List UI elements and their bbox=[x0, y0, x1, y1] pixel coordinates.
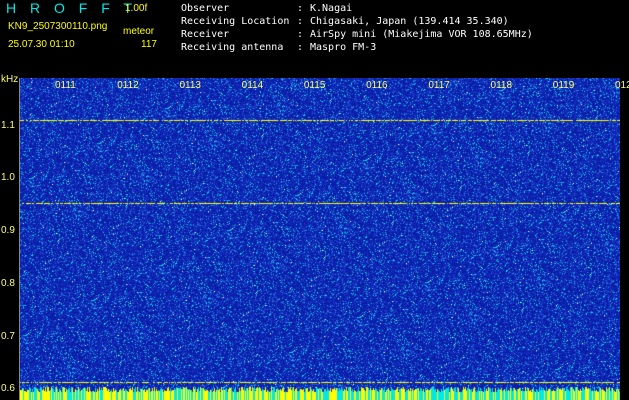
info-sep: : bbox=[297, 16, 304, 27]
info-sep: : bbox=[297, 42, 304, 53]
app-version: 1.00f bbox=[125, 3, 148, 14]
info-value-antenna: Maspro FM-3 bbox=[310, 42, 377, 53]
info-value-observer: K.Nagai bbox=[310, 3, 353, 14]
x-tick-label: 0115 bbox=[303, 80, 326, 91]
capture-datetime: 25.07.30 01:10 bbox=[8, 39, 75, 50]
header-panel: H R O F F T 1.00f KN9_2507300110.png met… bbox=[0, 0, 629, 78]
x-tick-label: 0119 bbox=[552, 80, 575, 91]
spectrogram-plot bbox=[20, 78, 620, 400]
x-tick-label: 0117 bbox=[428, 80, 450, 91]
x-tick-label: 0116 bbox=[366, 80, 388, 91]
spectrogram-canvas bbox=[20, 78, 620, 400]
info-key-observer: Observer bbox=[181, 3, 230, 14]
file-name: KN9_2507300110.png bbox=[8, 21, 108, 32]
app-title: H R O F F T bbox=[6, 0, 137, 16]
info-key-location: Receiving Location bbox=[181, 16, 290, 27]
info-key-receiver: Receiver bbox=[181, 29, 230, 40]
info-sep: : bbox=[297, 29, 304, 40]
info-key-antenna: Receiving antenna bbox=[181, 42, 284, 53]
y-tick-label: 0.9 bbox=[1, 225, 15, 237]
info-value-receiver: AirSpy mini (Miakejima VOR 108.65MHz) bbox=[310, 29, 533, 40]
x-tick-label: 0113 bbox=[179, 80, 201, 91]
y-tick-label: 1.1 bbox=[1, 119, 15, 131]
x-tick-label: 0118 bbox=[490, 80, 513, 91]
mode-label: meteor bbox=[123, 26, 155, 37]
y-axis-unit: kHz bbox=[1, 74, 19, 85]
detection-count: 117 bbox=[141, 39, 157, 50]
y-tick-label: 1.0 bbox=[1, 172, 15, 184]
x-tick-label: 0114 bbox=[241, 80, 264, 91]
x-tick-label: 0112 bbox=[117, 80, 139, 91]
info-sep: : bbox=[297, 3, 304, 14]
y-tick-label: 0.6 bbox=[1, 383, 15, 395]
y-tick-label: 0.8 bbox=[1, 277, 15, 289]
y-axis-line bbox=[19, 78, 20, 400]
y-tick-label: 0.7 bbox=[1, 330, 15, 342]
x-tick-label: 0120 bbox=[615, 80, 629, 91]
info-value-location: Chigasaki, Japan (139.414 35.340) bbox=[310, 16, 509, 27]
x-tick-label: 0111 bbox=[55, 80, 76, 91]
